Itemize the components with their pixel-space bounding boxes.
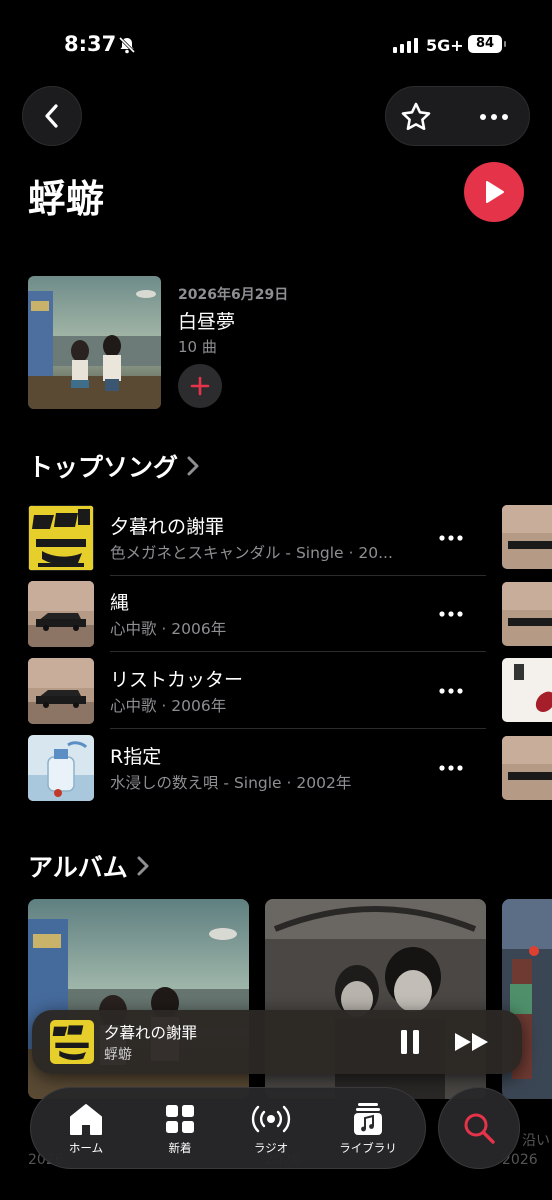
release-track-count: 10 曲 <box>178 338 217 356</box>
tab-label: ホーム <box>68 1141 104 1155</box>
albums-title: アルバム <box>28 853 128 882</box>
search-button[interactable] <box>438 1087 520 1169</box>
song-artwork <box>28 735 94 801</box>
latest-release-cover[interactable] <box>28 276 161 409</box>
song-subtitle: 色メガネとスキャンダル - Single · 20... <box>110 544 393 562</box>
release-title[interactable]: 白昼夢 <box>178 307 235 334</box>
next-column-artwork[interactable] <box>502 658 552 722</box>
forward-icon <box>455 1033 488 1051</box>
header-actions <box>385 86 530 146</box>
albums-header[interactable]: アルバム <box>28 848 150 884</box>
grid-icon <box>165 1102 195 1136</box>
tab-new[interactable]: 新着 <box>135 1088 225 1170</box>
tab-label: 新着 <box>168 1141 192 1155</box>
ellipsis-icon <box>439 765 463 771</box>
tab-bar: ホーム 新着 ラジオ ライブラリ <box>30 1087 426 1169</box>
status-time: 8:37 <box>64 32 117 56</box>
pause-icon <box>401 1030 419 1054</box>
plus-icon <box>190 376 210 396</box>
chevron-right-icon <box>137 856 149 876</box>
chevron-left-icon <box>45 104 58 128</box>
ellipsis-icon <box>439 535 463 541</box>
network-type: 5G+ <box>426 36 464 55</box>
pause-button[interactable] <box>394 1026 426 1058</box>
library-icon <box>353 1102 383 1136</box>
add-release-button[interactable] <box>178 364 222 408</box>
song-row[interactable]: 縄 心中歌 · 2006年 <box>28 576 486 652</box>
tab-home[interactable]: ホーム <box>41 1088 131 1170</box>
top-songs-title: トップソング <box>28 453 179 482</box>
song-artwork <box>28 581 94 647</box>
now-playing-artist: 蜉蝣 <box>104 1047 132 1063</box>
next-column-artwork[interactable] <box>502 505 552 569</box>
now-playing-artwork <box>50 1020 94 1064</box>
song-title: 縄 <box>110 592 130 614</box>
radio-icon <box>250 1102 292 1136</box>
back-button[interactable] <box>22 86 82 146</box>
song-subtitle: 水浸しの数え唄 - Single · 2002年 <box>110 774 352 792</box>
song-subtitle: 心中歌 · 2006年 <box>110 697 227 715</box>
tab-label: ラジオ <box>253 1141 289 1155</box>
song-more-button[interactable] <box>433 596 469 632</box>
favorite-button[interactable] <box>396 97 436 137</box>
ellipsis-icon <box>439 688 463 694</box>
tab-library[interactable]: ライブラリ <box>323 1088 413 1170</box>
play-icon <box>486 181 504 203</box>
battery-indicator: 84 <box>468 35 506 53</box>
signal-icon <box>393 38 418 53</box>
play-button[interactable] <box>464 162 524 222</box>
song-row[interactable]: リストカッター 心中歌 · 2006年 <box>28 653 486 729</box>
tab-label: ライブラリ <box>339 1141 397 1155</box>
more-button[interactable] <box>471 97 516 137</box>
song-artwork <box>28 658 94 724</box>
song-row[interactable]: R指定 水浸しの数え唄 - Single · 2002年 <box>28 730 486 806</box>
artist-name: 蜉蝣 <box>28 177 105 221</box>
release-date: 2026年6月29日 <box>178 287 289 303</box>
next-column-artwork[interactable] <box>502 582 552 646</box>
song-more-button[interactable] <box>433 520 469 556</box>
top-songs-header[interactable]: トップソング <box>28 448 200 484</box>
mini-player[interactable]: 夕暮れの謝罪 蜉蝣 <box>32 1010 522 1074</box>
song-artwork <box>28 505 94 571</box>
song-subtitle: 心中歌 · 2006年 <box>110 620 227 638</box>
song-title: リストカッター <box>110 669 244 691</box>
chevron-right-icon <box>187 456 199 476</box>
next-column-artwork[interactable] <box>502 736 552 800</box>
star-icon <box>401 102 431 131</box>
ellipsis-icon <box>479 114 508 120</box>
search-icon <box>464 1113 495 1144</box>
song-title: 夕暮れの謝罪 <box>110 516 225 538</box>
tab-radio[interactable]: ラジオ <box>226 1088 316 1170</box>
song-more-button[interactable] <box>433 750 469 786</box>
song-more-button[interactable] <box>433 673 469 709</box>
song-row[interactable]: 夕暮れの謝罪 色メガネとスキャンダル - Single · 20... <box>28 500 486 576</box>
skip-forward-button[interactable] <box>450 1026 494 1058</box>
now-playing-title: 夕暮れの謝罪 <box>104 1024 198 1042</box>
album-title-peek: 沿い <box>522 1133 550 1149</box>
home-icon <box>68 1102 104 1136</box>
ellipsis-icon <box>439 611 463 617</box>
bell-slash-icon <box>118 36 136 58</box>
song-title: R指定 <box>110 746 162 768</box>
